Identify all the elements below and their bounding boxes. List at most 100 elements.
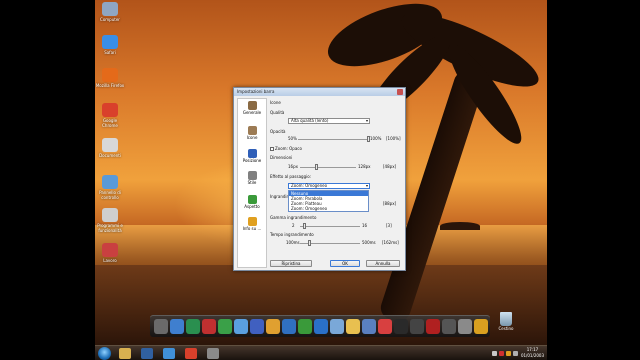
- taskbar: 17:17 01/01/2003: [95, 345, 547, 360]
- dock-app-14-icon[interactable]: [362, 319, 376, 334]
- chevron-down-icon: ▾: [365, 118, 368, 123]
- dock-app-2-icon[interactable]: [170, 319, 184, 334]
- quality-select[interactable]: Alta qualità (lento) ▾: [288, 118, 370, 124]
- desktop-icon-label: Mozilla Firefox: [95, 83, 125, 88]
- dock-app-3-icon[interactable]: [186, 319, 200, 334]
- safari-icon: [102, 35, 118, 49]
- chevron-down-icon: ▾: [365, 183, 368, 188]
- desktop-icon[interactable]: Google Chrome: [95, 103, 125, 128]
- hover-effect-select[interactable]: Zoom: Omogeneo ▾: [288, 183, 370, 189]
- time-label: Tempo ingrandimento: [270, 232, 314, 237]
- dock-app-6-icon[interactable]: [234, 319, 248, 334]
- gamma-slider-thumb[interactable]: [302, 223, 306, 229]
- hover-effect-option[interactable]: Zoom: Omogeneo: [289, 206, 368, 211]
- recycle-bin[interactable]: Cestino: [497, 312, 515, 331]
- safari-taskbar-icon[interactable]: [163, 348, 175, 359]
- firefox-icon: [102, 68, 118, 82]
- start-button[interactable]: [98, 347, 111, 360]
- dock-app-21-icon[interactable]: [474, 319, 488, 334]
- gamma-slider[interactable]: [300, 226, 360, 227]
- cancel-button[interactable]: Annulla: [366, 260, 400, 267]
- dock-app-18-icon[interactable]: [426, 319, 440, 334]
- sidebar-item-posizione[interactable]: Posizione: [238, 149, 266, 163]
- info-icon: [247, 217, 257, 226]
- opacity-label: Opacità: [270, 129, 286, 134]
- recycle-bin-label: Cestino: [498, 326, 514, 331]
- sidebar-item-aspetto[interactable]: Aspetto: [238, 195, 266, 209]
- desktop-icon[interactable]: Programmi e funzionalità: [95, 208, 125, 233]
- clock-date: 01/01/2003: [520, 353, 544, 358]
- sidebar-item-generale[interactable]: Generale: [238, 101, 266, 115]
- dock-app-1-icon[interactable]: [154, 319, 168, 334]
- settings-dialog: Impostazioni barra Generale Icone Posizion…: [233, 87, 406, 271]
- dock-utorrent-icon[interactable]: [298, 319, 312, 334]
- icons-icon: [247, 126, 257, 135]
- desktop-icon-label: Google Chrome: [102, 118, 118, 128]
- time-max: 500ms: [362, 240, 376, 245]
- dialog-title: Impostazioni barra: [237, 89, 275, 94]
- sidebar-item-label: Generale: [242, 110, 262, 115]
- gamma-value: [3]: [386, 223, 392, 228]
- reset-button[interactable]: Ripristina: [270, 260, 312, 267]
- network-taskbar-icon[interactable]: [207, 348, 219, 359]
- media-player-icon[interactable]: [141, 348, 153, 359]
- explorer-icon[interactable]: [119, 348, 131, 359]
- position-icon: [247, 149, 257, 158]
- tray-flag-icon[interactable]: [492, 351, 497, 356]
- desktop-icon[interactable]: Computer: [95, 2, 125, 22]
- dock-chrome-icon[interactable]: [218, 319, 232, 334]
- dock-app-17-icon[interactable]: [410, 319, 424, 334]
- desktop-icon[interactable]: Mozilla Firefox: [95, 68, 125, 88]
- sidebar-item-icone[interactable]: Icone: [238, 126, 266, 140]
- sidebar-item-stile[interactable]: Stile: [238, 171, 266, 185]
- hover-effect-dropdown: Nessuno Zoom: Parabola Zoom: Piatteau Zoom:…: [288, 190, 369, 212]
- desktop-icon-label: Pannello di controllo: [99, 190, 121, 200]
- zoom-opaque-row: Zoom: Opaco: [270, 146, 302, 151]
- sidebar-item-label: Posizione: [242, 158, 262, 163]
- computer-icon: [102, 2, 118, 16]
- desktop-icon[interactable]: Safari: [95, 35, 125, 55]
- dimensions-slider[interactable]: [300, 167, 356, 168]
- desktop-icon[interactable]: Documenti: [95, 138, 125, 158]
- chrome-taskbar-icon[interactable]: [185, 348, 197, 359]
- dock-app-7-icon[interactable]: [250, 319, 264, 334]
- settings-sidebar: Generale Icone Posizione Stile Aspetto Info s…: [237, 98, 267, 268]
- time-value: [162ms]: [382, 240, 399, 245]
- documents-icon: [102, 138, 118, 152]
- zoom-opaque-label: Zoom: Opaco: [275, 146, 302, 151]
- dock-app-16-icon[interactable]: [394, 319, 408, 334]
- desktop-icon-label: Lavoro: [103, 258, 117, 263]
- dialog-titlebar[interactable]: Impostazioni barra: [234, 88, 405, 96]
- work-icon: [102, 243, 118, 257]
- brush-icon: [247, 171, 257, 180]
- hover-effect-value: Zoom: Omogeneo: [291, 183, 328, 188]
- desktop-icon[interactable]: Pannello di controllo: [95, 175, 125, 200]
- dock-app-8-icon[interactable]: [266, 319, 280, 334]
- tray-app-icon[interactable]: [506, 351, 511, 356]
- opacity-slider[interactable]: [298, 139, 368, 140]
- opacity-min: 50%: [288, 136, 297, 141]
- dock-app-12-icon[interactable]: [330, 319, 344, 334]
- volume-icon[interactable]: [513, 351, 518, 356]
- gamma-min: 2: [292, 223, 295, 228]
- gamma-max: 16: [362, 223, 368, 228]
- tray-app-icon[interactable]: [499, 351, 504, 356]
- time-slider-thumb[interactable]: [308, 240, 312, 246]
- dock-app-20-icon[interactable]: [458, 319, 472, 334]
- dock-media-icon[interactable]: [378, 319, 392, 334]
- dock-app-9-icon[interactable]: [282, 319, 296, 334]
- clock[interactable]: 17:17 01/01/2003: [521, 347, 544, 359]
- dimensions-value: [48px]: [383, 164, 397, 169]
- close-icon[interactable]: [397, 89, 403, 95]
- dock-app-19-icon[interactable]: [442, 319, 456, 334]
- dimensions-slider-thumb[interactable]: [314, 164, 318, 170]
- dock-folder-icon[interactable]: [346, 319, 360, 334]
- dock-app-11-icon[interactable]: [314, 319, 328, 334]
- desktop-icon[interactable]: Lavoro: [95, 243, 125, 263]
- sidebar-item-info-su[interactable]: Info su ...: [238, 217, 266, 231]
- zoom-opaque-checkbox[interactable]: [270, 147, 274, 151]
- dock-app-4-icon[interactable]: [202, 319, 216, 334]
- ok-button[interactable]: OK: [330, 260, 360, 267]
- sidebar-item-label: Info su ...: [242, 226, 262, 231]
- dock: [150, 315, 490, 337]
